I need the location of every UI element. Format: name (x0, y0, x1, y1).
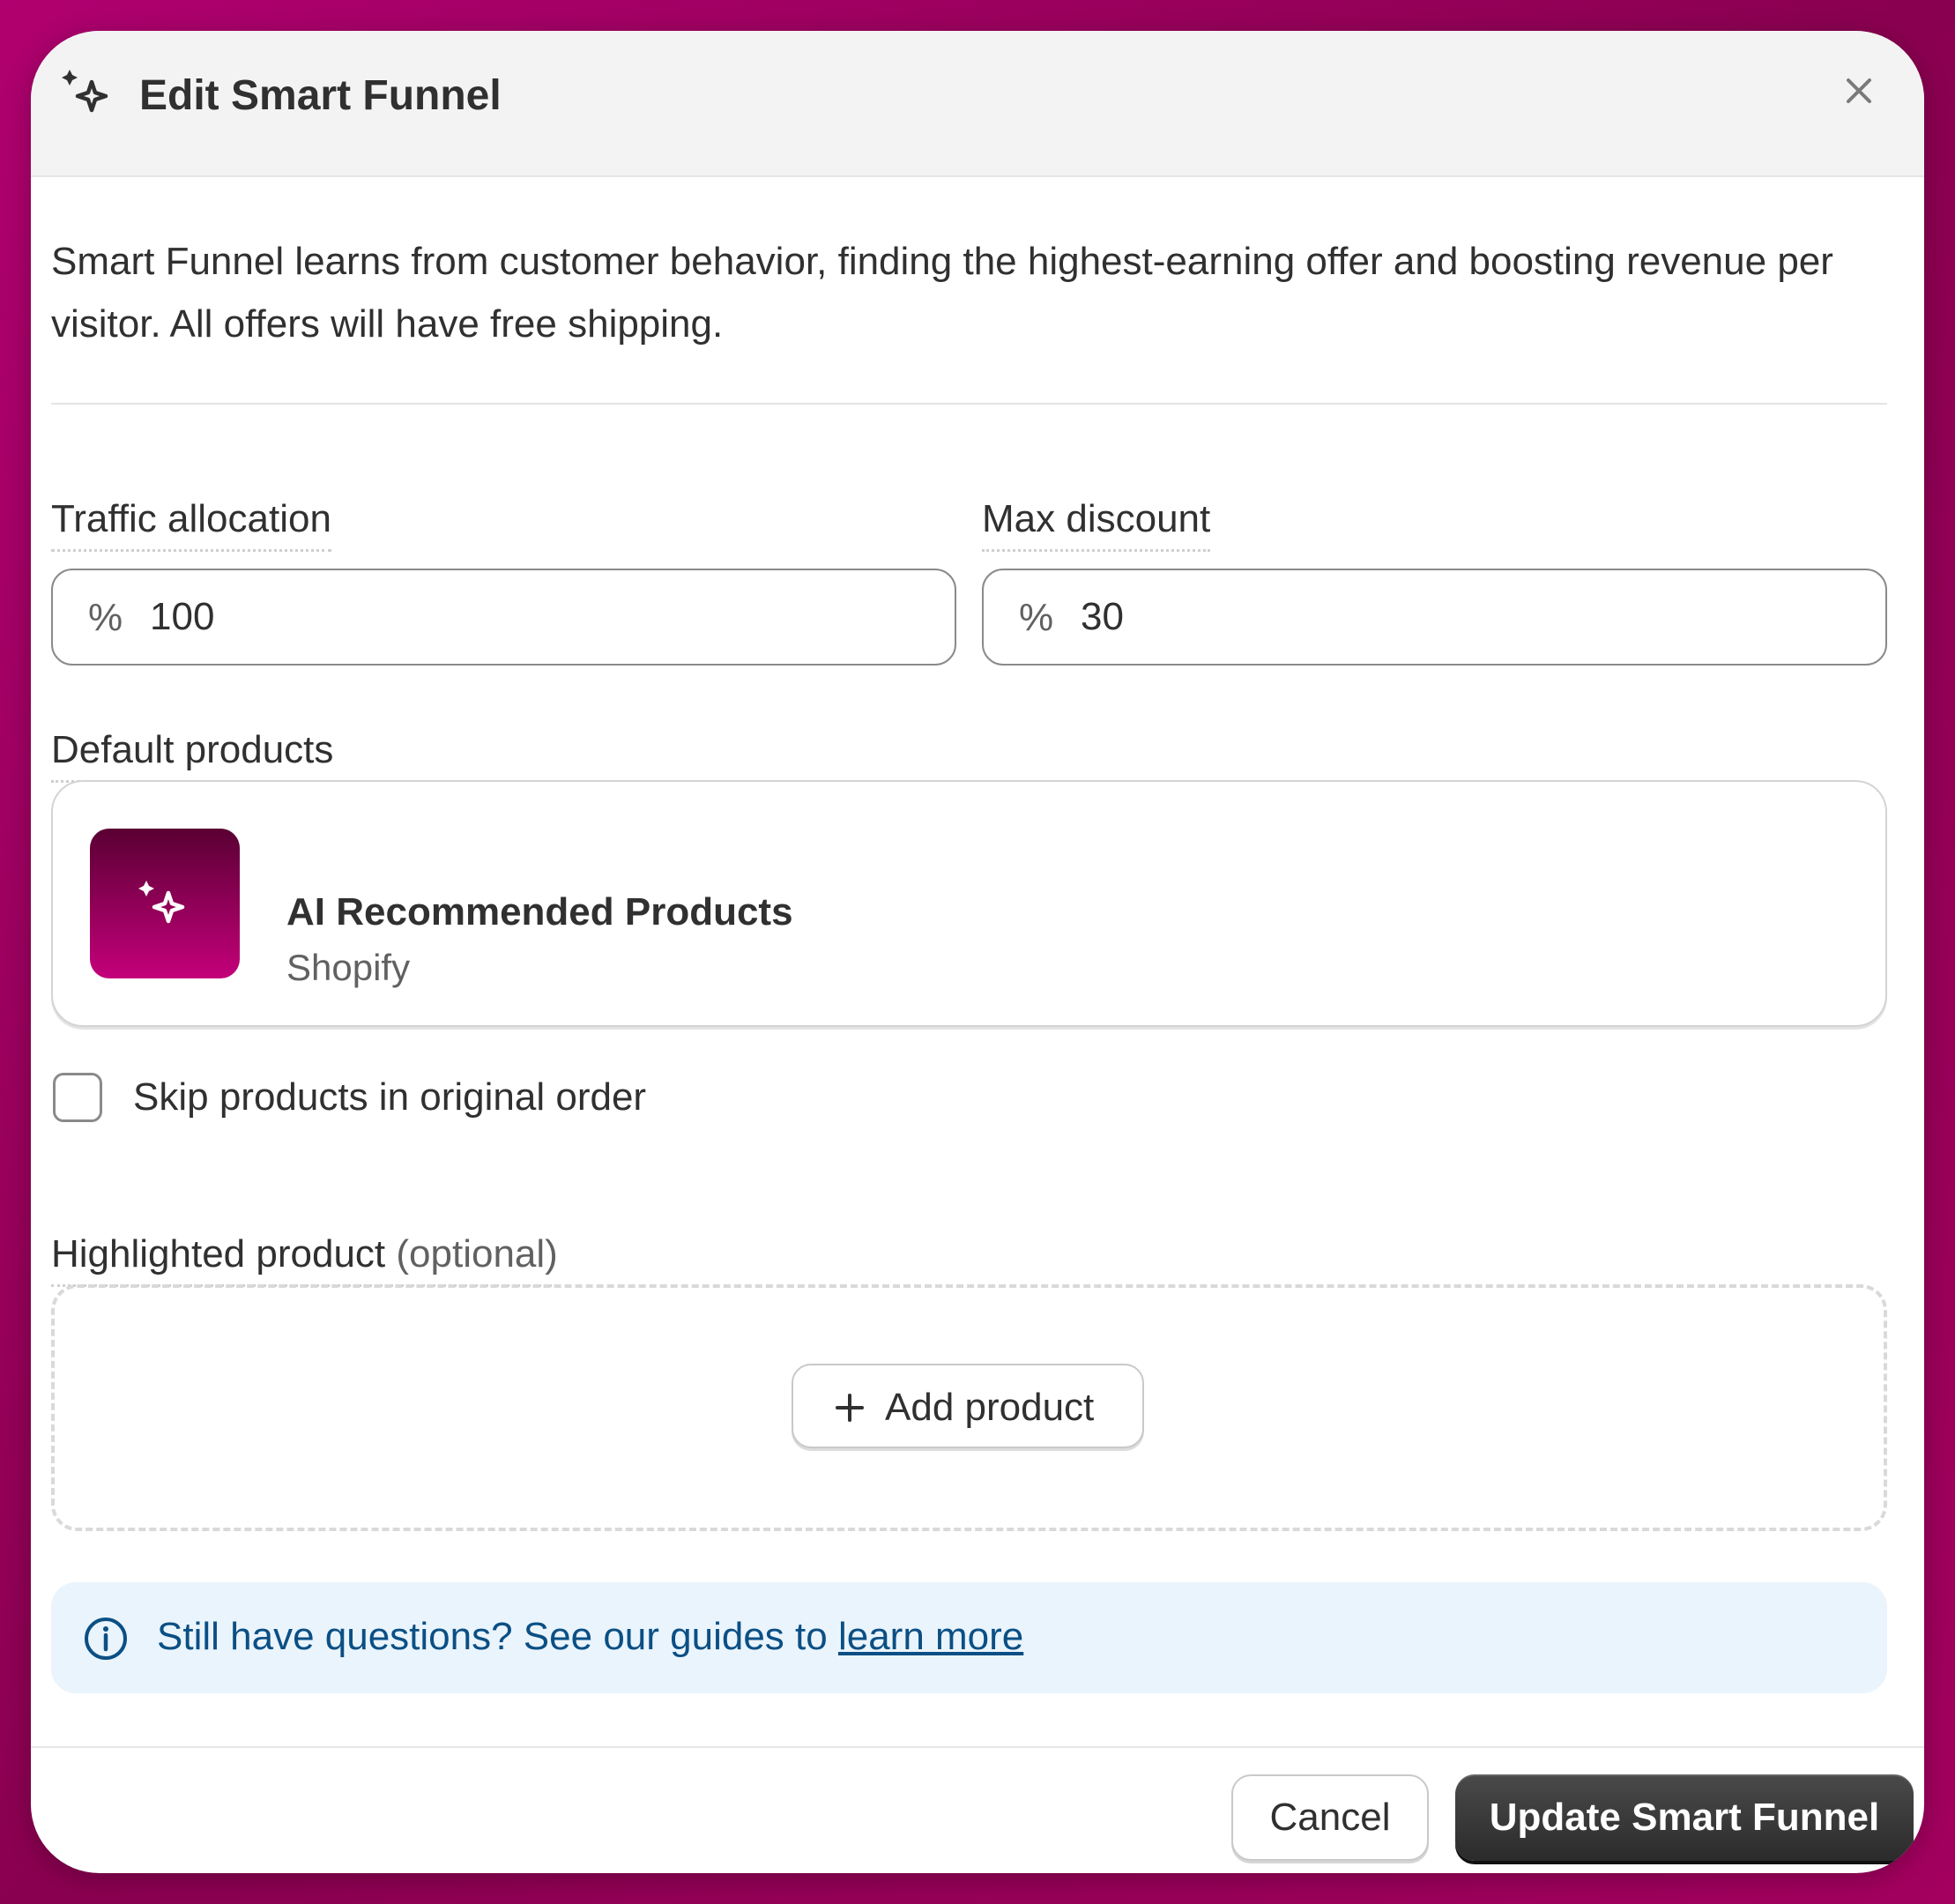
info-banner-text: Still have questions? See our guides to … (157, 1612, 1023, 1662)
cancel-button[interactable]: Cancel (1231, 1774, 1429, 1861)
sparkle-icon (138, 881, 185, 924)
highlighted-product-label: Highlighted product (optional) (51, 1230, 558, 1287)
product-thumbnail (90, 829, 240, 978)
default-product-card[interactable]: AI Recommended Products Shopify (51, 780, 1887, 1027)
section-divider (51, 403, 1887, 405)
update-smart-funnel-button[interactable]: Update Smart Funnel (1455, 1774, 1914, 1861)
product-name: AI Recommended Products (286, 890, 793, 933)
max-discount-field[interactable]: % (982, 569, 1887, 666)
plus-icon (836, 1394, 864, 1422)
skip-products-label: Skip products in original order (133, 1075, 647, 1119)
highlighted-product-label-text: Highlighted product (51, 1232, 386, 1276)
info-banner-message: Still have questions? See our guides to (157, 1615, 838, 1658)
footer-divider (31, 1746, 1924, 1748)
close-icon[interactable] (1836, 68, 1882, 114)
traffic-allocation-label: Traffic allocation (51, 495, 331, 552)
optional-hint: (optional) (396, 1232, 558, 1276)
product-vendor: Shopify (286, 947, 411, 988)
learn-more-link[interactable]: learn more (838, 1615, 1023, 1658)
traffic-allocation-field[interactable]: % (51, 569, 956, 666)
edit-smart-funnel-dialog: Edit Smart Funnel Smart Funnel learns fr… (31, 31, 1924, 1873)
max-discount-input[interactable] (1081, 588, 1803, 646)
dialog-header: Edit Smart Funnel (31, 31, 1924, 177)
add-product-button[interactable]: Add product (792, 1364, 1144, 1448)
add-product-label: Add product (885, 1386, 1095, 1429)
info-banner: Still have questions? See our guides to … (51, 1582, 1887, 1693)
dialog-title: Edit Smart Funnel (139, 72, 502, 119)
percent-prefix: % (1019, 596, 1054, 639)
info-icon (85, 1618, 127, 1660)
sparkle-icon (62, 70, 108, 113)
dialog-description: Smart Funnel learns from customer behavi… (51, 240, 1833, 346)
skip-products-checkbox[interactable] (53, 1073, 102, 1122)
default-products-label: Default products (51, 725, 334, 783)
traffic-allocation-input[interactable] (150, 588, 872, 646)
max-discount-label: Max discount (982, 495, 1211, 552)
percent-prefix: % (88, 596, 123, 639)
